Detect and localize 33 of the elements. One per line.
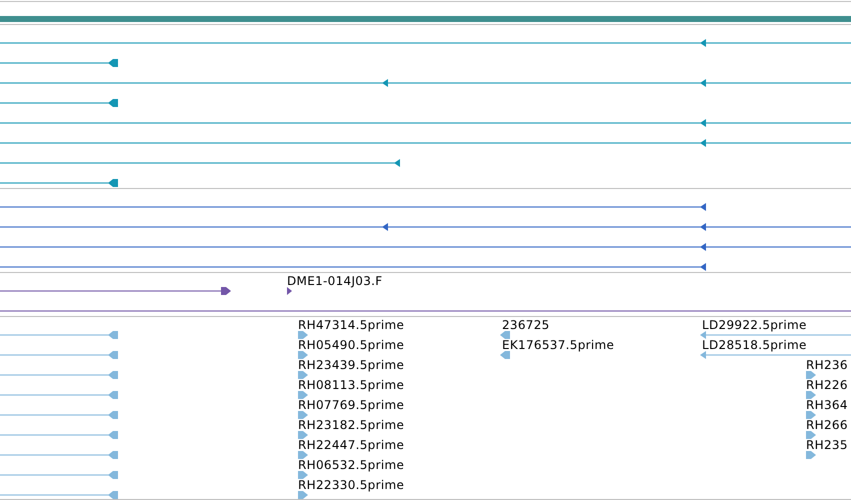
feature-label: RH23182.5prime <box>298 418 404 432</box>
feature-label: 236725 <box>502 318 550 332</box>
feature-label: RH235 <box>806 438 848 452</box>
feature-glyph[interactable] <box>0 79 851 87</box>
feature-label: LD29922.5prime <box>702 318 807 332</box>
feature-glyph[interactable] <box>0 243 851 251</box>
feature-label: RH47314.5prime <box>298 318 404 332</box>
feature-glyph[interactable] <box>0 139 851 147</box>
feature-glyph[interactable] <box>0 159 400 167</box>
feature-glyph[interactable] <box>0 203 706 211</box>
feature-glyph[interactable] <box>0 39 851 47</box>
feature-glyph[interactable] <box>0 263 706 271</box>
feature-glyph[interactable] <box>0 287 231 295</box>
feature-label: DME1-014J03.F <box>287 274 382 288</box>
feature-label: EK176537.5prime <box>502 338 614 352</box>
feature-label: RH364 <box>806 398 848 412</box>
feature-glyph[interactable] <box>0 59 118 67</box>
feature-label: LD28518.5prime <box>702 338 807 352</box>
feature-label: RH226 <box>806 378 848 392</box>
feature-label: RH23439.5prime <box>298 358 404 372</box>
feature-label: RH22447.5prime <box>298 438 404 452</box>
feature-glyph[interactable] <box>0 179 118 187</box>
feature-label: RH22330.5prime <box>298 478 404 492</box>
feature-label: RH266 <box>806 418 848 432</box>
feature-label: RH05490.5prime <box>298 338 404 352</box>
feature-glyph[interactable] <box>0 223 851 231</box>
feature-glyph[interactable] <box>0 119 851 127</box>
feature-glyph[interactable] <box>0 99 118 107</box>
feature-label: RH236 <box>806 358 848 372</box>
feature-glyph[interactable] <box>287 287 292 295</box>
feature-label: RH07769.5prime <box>298 398 404 412</box>
feature-label: RH06532.5prime <box>298 458 404 472</box>
feature-label: RH08113.5prime <box>298 378 404 392</box>
